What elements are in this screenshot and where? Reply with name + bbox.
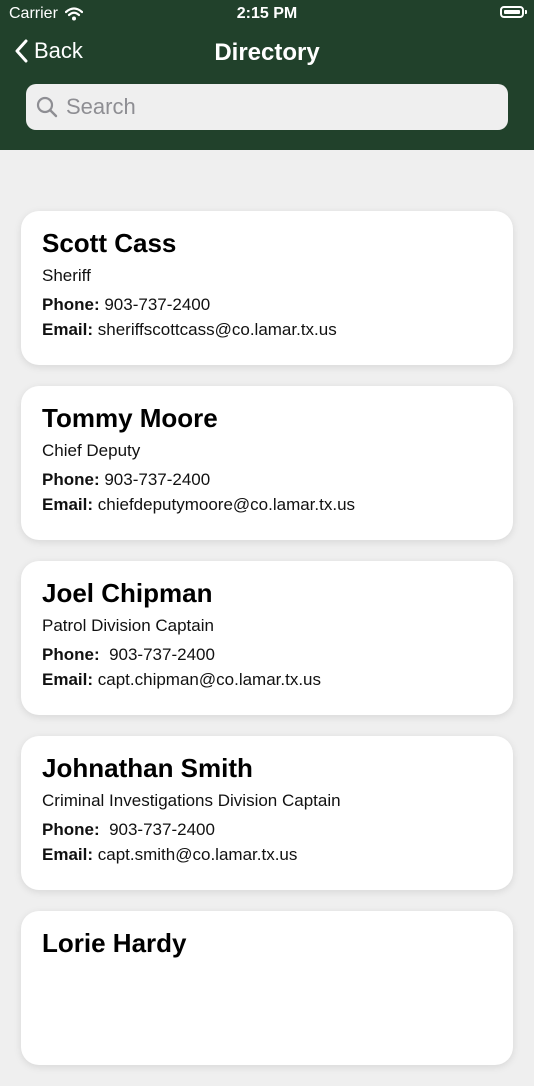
contact-email[interactable]: sheriffscottcass@co.lamar.tx.us — [98, 320, 337, 339]
contact-email-row[interactable]: Email: capt.chipman@co.lamar.tx.us — [42, 667, 492, 692]
contact-title: Criminal Investigations Division Captain — [42, 791, 341, 810]
email-label: Email: — [42, 320, 94, 339]
header: Carrier 2:15 PM Back Directory — [0, 0, 534, 150]
contact-phone-row[interactable]: Phone: 903-737-2400 — [42, 817, 492, 842]
contact-email[interactable]: capt.smith@co.lamar.tx.us — [98, 845, 298, 864]
nav-bar: Back Directory — [0, 32, 534, 76]
contact-email[interactable]: capt.chipman@co.lamar.tx.us — [98, 670, 321, 689]
contact-phone[interactable]: 903-737-2400 — [104, 820, 215, 839]
contact-card[interactable]: Johnathan Smith Criminal Investigations … — [21, 736, 513, 890]
contact-name: Tommy Moore — [42, 403, 218, 433]
status-bar: Carrier 2:15 PM — [0, 0, 534, 28]
contact-card[interactable]: Scott Cass Sheriff Phone: 903-737-2400 E… — [21, 211, 513, 365]
search-bar[interactable] — [26, 84, 508, 130]
contact-phone[interactable]: 903-737-2400 — [104, 470, 210, 489]
contact-phone-row[interactable]: Phone: 903-737-2400 — [42, 467, 492, 492]
contact-title: Patrol Division Captain — [42, 616, 214, 635]
email-label: Email: — [42, 495, 94, 514]
contact-title: Sheriff — [42, 266, 91, 285]
contact-card[interactable]: Joel Chipman Patrol Division Captain Pho… — [21, 561, 513, 715]
contact-email-row[interactable]: Email: sheriffscottcass@co.lamar.tx.us — [42, 317, 492, 342]
contact-name: Johnathan Smith — [42, 753, 253, 783]
phone-label: Phone: — [42, 820, 100, 839]
contact-email[interactable]: chiefdeputymoore@co.lamar.tx.us — [98, 495, 355, 514]
search-icon — [36, 96, 58, 118]
contact-phone[interactable]: 903-737-2400 — [104, 295, 210, 314]
page-title: Directory — [214, 39, 320, 66]
phone-label: Phone: — [42, 470, 100, 489]
contact-name: Scott Cass — [42, 228, 177, 258]
contact-card[interactable]: Tommy Moore Chief Deputy Phone: 903-737-… — [21, 386, 513, 540]
contact-email-row[interactable]: Email: capt.smith@co.lamar.tx.us — [42, 842, 492, 867]
status-time: 2:15 PM — [236, 5, 298, 22]
search-input[interactable] — [64, 93, 488, 121]
email-label: Email: — [42, 845, 94, 864]
contact-phone-row[interactable]: Phone: 903-737-2400 — [42, 292, 492, 317]
email-label: Email: — [42, 670, 94, 689]
contact-phone-row[interactable]: Phone: 903-737-2400 — [42, 642, 492, 667]
directory-list: Scott Cass Sheriff Phone: 903-737-2400 E… — [21, 211, 513, 1086]
contact-phone[interactable]: 903-737-2400 — [104, 645, 215, 664]
contact-title: Chief Deputy — [42, 441, 141, 460]
battery-icon — [500, 6, 527, 18]
contact-name: Joel Chipman — [42, 578, 213, 608]
contact-card[interactable]: Lorie Hardy — [21, 911, 513, 1065]
phone-label: Phone: — [42, 645, 100, 664]
phone-label: Phone: — [42, 295, 100, 314]
contact-email-row[interactable]: Email: chiefdeputymoore@co.lamar.tx.us — [42, 492, 492, 517]
contact-name: Lorie Hardy — [42, 928, 187, 958]
